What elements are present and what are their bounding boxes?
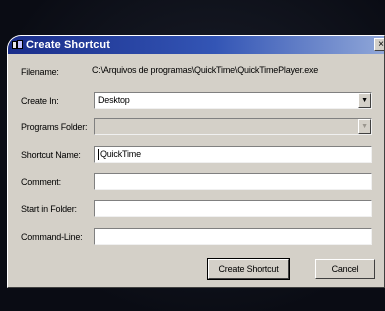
shortcut-name-input[interactable]: QuickTime xyxy=(94,146,372,163)
create-shortcut-button[interactable]: Create Shortcut xyxy=(207,258,290,280)
programs-folder-label: Programs Folder: xyxy=(21,122,88,132)
create-in-label: Create In: xyxy=(21,96,59,106)
shortcut-name-row: Shortcut Name: QuickTime xyxy=(8,146,384,164)
programs-folder-row: Programs Folder: ▼ xyxy=(8,118,384,136)
title-bar[interactable]: Create Shortcut × xyxy=(8,36,384,54)
programs-folder-select[interactable]: ▼ xyxy=(94,118,372,135)
comment-input[interactable] xyxy=(94,173,372,190)
filename-label: Filename: xyxy=(21,67,59,77)
command-line-input[interactable] xyxy=(94,228,372,245)
start-in-folder-label: Start in Folder: xyxy=(21,204,77,214)
create-in-value: Desktop xyxy=(98,95,130,105)
shortcut-name-value: QuickTime xyxy=(100,149,141,159)
shortcut-app-icon xyxy=(12,40,23,50)
close-button[interactable]: × xyxy=(374,38,384,51)
create-shortcut-dialog: Create Shortcut × Filename: C:\Arquivos … xyxy=(7,35,385,288)
dropdown-arrow-icon[interactable]: ▼ xyxy=(358,119,371,134)
comment-label: Comment: xyxy=(21,177,61,187)
window-title: Create Shortcut xyxy=(26,39,111,51)
filename-row: Filename: C:\Arquivos de programas\Quick… xyxy=(8,63,384,81)
command-line-label: Command-Line: xyxy=(21,232,83,242)
command-line-row: Command-Line: xyxy=(8,228,384,246)
cancel-button[interactable]: Cancel xyxy=(315,259,375,279)
filename-value: C:\Arquivos de programas\QuickTime\Quick… xyxy=(92,63,372,80)
dropdown-arrow-icon[interactable]: ▼ xyxy=(358,93,371,108)
create-in-row: Create In: Desktop ▼ xyxy=(8,92,384,110)
comment-row: Comment: xyxy=(8,173,384,191)
shortcut-name-label: Shortcut Name: xyxy=(21,150,81,160)
start-in-folder-row: Start in Folder: xyxy=(8,200,384,218)
create-in-select[interactable]: Desktop ▼ xyxy=(94,92,372,109)
start-in-folder-input[interactable] xyxy=(94,200,372,217)
text-cursor xyxy=(98,149,99,161)
